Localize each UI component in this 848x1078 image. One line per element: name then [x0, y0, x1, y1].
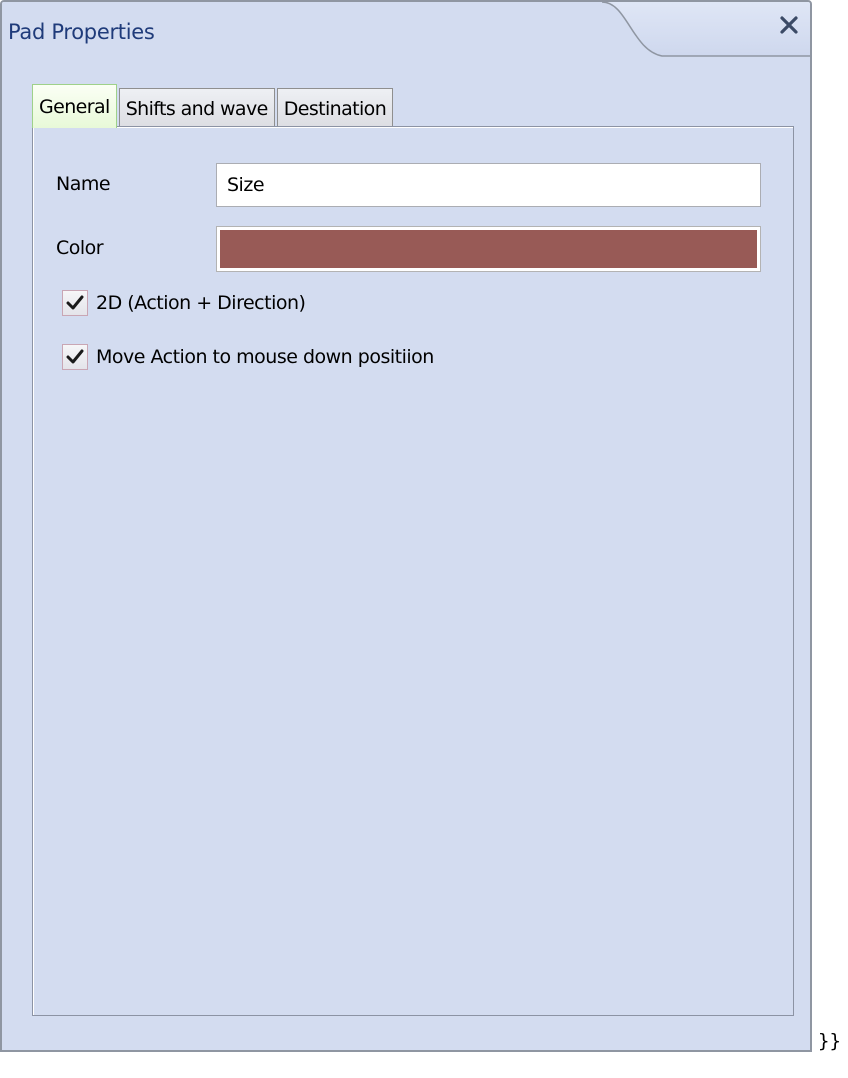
checkbox-box[interactable] — [62, 344, 88, 370]
tab-strip: General Shifts and wave Destination — [32, 84, 395, 128]
checkbox-move-action[interactable]: Move Action to mouse down positiion — [62, 344, 434, 370]
tab-general[interactable]: General — [32, 84, 117, 128]
checkmark-icon — [66, 349, 84, 364]
color-picker[interactable] — [216, 226, 761, 272]
checkbox-label: Move Action to mouse down positiion — [96, 346, 434, 368]
tab-destination[interactable]: Destination — [276, 88, 394, 128]
tab-shifts-and-wave[interactable]: Shifts and wave — [118, 88, 275, 128]
window-title: Pad Properties — [8, 20, 155, 44]
checkbox-box[interactable] — [62, 290, 88, 316]
name-input[interactable] — [216, 163, 761, 207]
color-swatch-fill — [220, 230, 757, 268]
checkbox-label: 2D (Action + Direction) — [96, 292, 306, 314]
close-icon — [780, 16, 798, 34]
color-label: Color — [56, 237, 104, 259]
checkmark-icon — [66, 295, 84, 310]
title-bar[interactable]: Pad Properties — [2, 2, 810, 66]
name-label: Name — [56, 173, 111, 195]
checkbox-2d-action-direction[interactable]: 2D (Action + Direction) — [62, 290, 306, 316]
close-button[interactable] — [776, 12, 802, 38]
trailing-text: }} — [818, 1030, 841, 1052]
